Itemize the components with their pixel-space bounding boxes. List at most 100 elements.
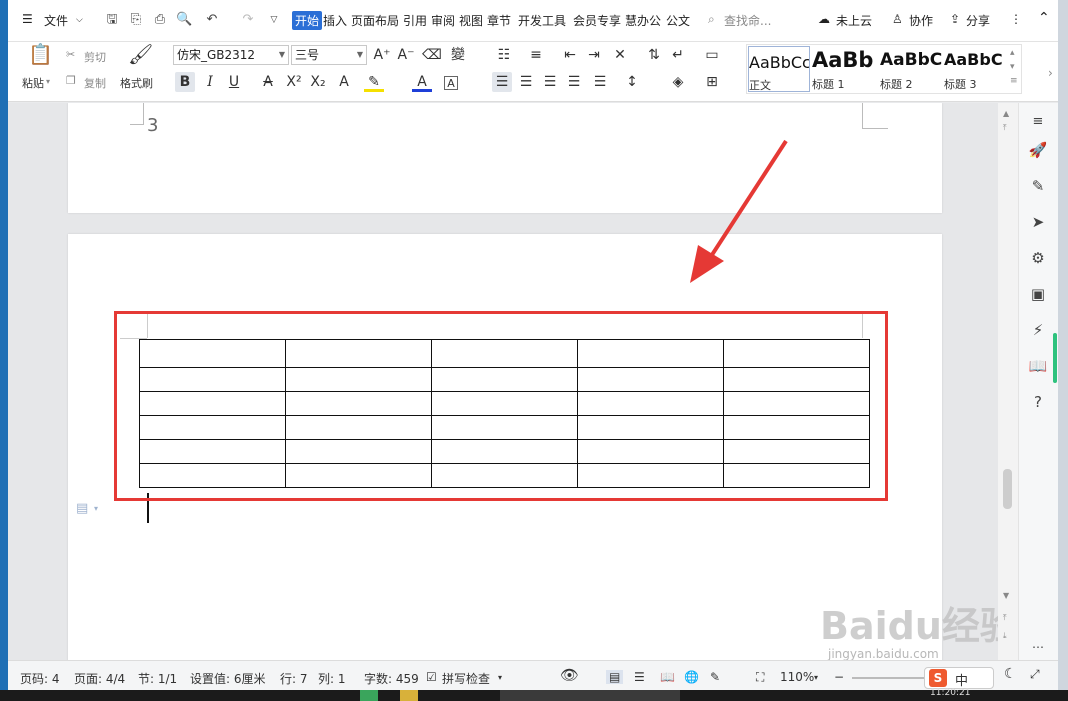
page-view-icon[interactable]: ▤ [606,670,624,684]
web-view-icon[interactable]: 🌐 [684,670,699,684]
tab-official-doc[interactable]: 公文 [666,12,690,29]
justify-icon[interactable]: ☰ [564,72,584,92]
save-icon[interactable]: 🖫 [104,12,120,28]
chevron-down-icon[interactable]: ▾ [46,77,50,86]
page-3[interactable]: 3 [68,103,942,213]
tab-smart-office[interactable]: 慧办公 [625,12,661,29]
tab-home[interactable]: 开始 [292,11,323,30]
search-command[interactable]: 查找命... [724,12,771,29]
status-pages[interactable]: 页面: 4/4 [74,670,125,687]
tab-review[interactable]: 审阅 [431,12,455,29]
cloud-status[interactable]: 未上云 [836,12,872,29]
sort-icon[interactable]: ⇅ [644,45,664,65]
print-preview-icon[interactable]: 🔍 [176,12,192,28]
pen-icon[interactable]: ✎ [1027,175,1049,197]
select-pointer-icon[interactable]: ➤ [1027,211,1049,233]
tab-chapter[interactable]: 章节 [487,12,511,29]
style-normal[interactable]: AaBbCcDd 正文 [748,46,810,92]
export-pdf-icon[interactable]: ⎘ [128,12,144,28]
hamburger-icon[interactable]: ☰ [22,12,33,26]
font-color-icon[interactable]: A [412,72,432,92]
chevron-down-icon[interactable]: ▾ [814,673,818,682]
outline-view-icon[interactable]: ☰ [634,670,645,684]
search-icon[interactable]: ⌕ [708,12,715,27]
night-mode-icon[interactable]: ☾ [1004,666,1017,682]
help-icon[interactable]: ? [1027,391,1049,413]
grow-font-icon[interactable]: A⁺ [372,45,392,65]
char-border-icon[interactable]: A [444,76,458,90]
distribute-icon[interactable]: ☰ [590,72,610,92]
scissors-icon[interactable]: ✂ [66,48,75,61]
superscript-icon[interactable]: X² [284,72,304,92]
style-heading-1[interactable]: AaBb 标题 1 [812,46,878,92]
tab-view[interactable]: 视图 [459,12,483,29]
tab-developer[interactable]: 开发工具 [518,12,566,29]
scroll-thumb[interactable] [1003,469,1012,509]
increase-indent-icon[interactable]: ⇥ [584,45,604,65]
cut-button[interactable]: 剪切 [84,49,106,65]
style-heading-3[interactable]: AaBbC 标题 3 [944,46,1006,92]
shrink-font-icon[interactable]: A⁻ [396,45,416,65]
ime-logo-icon[interactable]: S [929,669,947,687]
copy-icon[interactable]: ❐ [66,74,76,87]
rocket-icon[interactable]: 🚀 [1027,139,1049,161]
more-icon[interactable]: … [1027,633,1049,655]
chevron-down-icon[interactable]: ▾ [94,504,98,513]
status-column[interactable]: 列: 1 [318,670,346,687]
align-right-icon[interactable]: ☰ [540,72,560,92]
subscript-icon[interactable]: X₂ [308,72,328,92]
scroll-up-icon[interactable]: ▲ [1003,109,1009,118]
prev-page-icon[interactable]: ⤒ [1003,613,1007,623]
taskbar-active-app[interactable] [500,690,680,701]
vertical-scrollbar[interactable]: ▲ ⤒ ▼ ⤒ ⤓ [998,103,1018,660]
scroll-up-icon[interactable]: ⤒ [1003,123,1007,133]
zoom-out-icon[interactable]: − [834,670,844,684]
chinese-layout-icon[interactable]: ✕ [610,45,630,65]
format-painter-button[interactable]: 格式刷 [120,75,153,91]
paste-icon[interactable]: 📋 [28,44,53,70]
tab-insert[interactable]: 插入 [323,12,347,29]
print-icon[interactable]: ⎙ [152,12,168,28]
ime-chinese-icon[interactable]: 中 [955,670,968,689]
status-section[interactable]: 节: 1/1 [138,670,177,687]
status-word-count[interactable]: 字数: 459 [364,670,419,687]
image-tool-icon[interactable]: ▣ [1027,283,1049,305]
more-icon[interactable]: ⋮ [1010,12,1022,26]
paragraph-handle-icon[interactable]: ▤ [76,501,88,516]
settings-sliders-icon[interactable]: ⚙ [1027,247,1049,269]
share-button[interactable]: 分享 [966,12,990,29]
scroll-down-icon[interactable]: ▾ [1010,62,1015,72]
fit-page-icon[interactable]: ⛶ [756,670,764,685]
text-effect-icon[interactable]: A [334,72,354,92]
chevron-down-icon[interactable]: ▾ [498,673,502,682]
style-heading-2[interactable]: AaBbC 标题 2 [880,46,942,92]
ribbon-next-icon[interactable]: › [1048,66,1053,80]
paste-button[interactable]: 粘贴 [22,75,44,91]
strikethrough-icon[interactable]: A [258,72,278,92]
collaborate-button[interactable]: 协作 [909,12,933,29]
border-icon[interactable]: ⊞ [702,72,722,92]
tab-page-layout[interactable]: 页面布局 [351,12,399,29]
tab-member[interactable]: 会员专享 [573,12,621,29]
undo-icon[interactable]: ↶ [204,12,220,28]
redo-icon[interactable]: ↷ [240,12,256,28]
collaborate-icon[interactable]: ♙ [892,12,903,26]
phonetic-guide-icon[interactable]: 變 [448,45,468,65]
eye-protection-icon[interactable]: 👁 [560,666,579,684]
status-row[interactable]: 行: 7 [280,670,308,687]
align-center-icon[interactable]: ☰ [516,72,536,92]
taskbar-app-icon[interactable] [360,690,378,701]
spell-check-button[interactable]: 拼写检查 [442,670,490,687]
decrease-indent-icon[interactable]: ⇤ [560,45,580,65]
align-left-icon[interactable]: ☰ [492,72,512,92]
show-marks-icon[interactable]: ↵ [668,45,688,65]
bullet-list-icon[interactable]: ☷ [494,45,514,65]
chevron-down-icon[interactable]: ⌵ [76,15,83,25]
next-page-icon[interactable]: ⤓ [1003,631,1007,641]
status-setting[interactable]: 设置值: 6厘米 [190,670,266,687]
status-page-code[interactable]: 页码: 4 [20,670,60,687]
bold-icon[interactable]: B [175,72,195,92]
highlight-icon[interactable]: ✎ [364,72,384,92]
underline-icon[interactable]: U [224,72,244,92]
numbered-list-icon[interactable]: ≡ [526,45,546,65]
